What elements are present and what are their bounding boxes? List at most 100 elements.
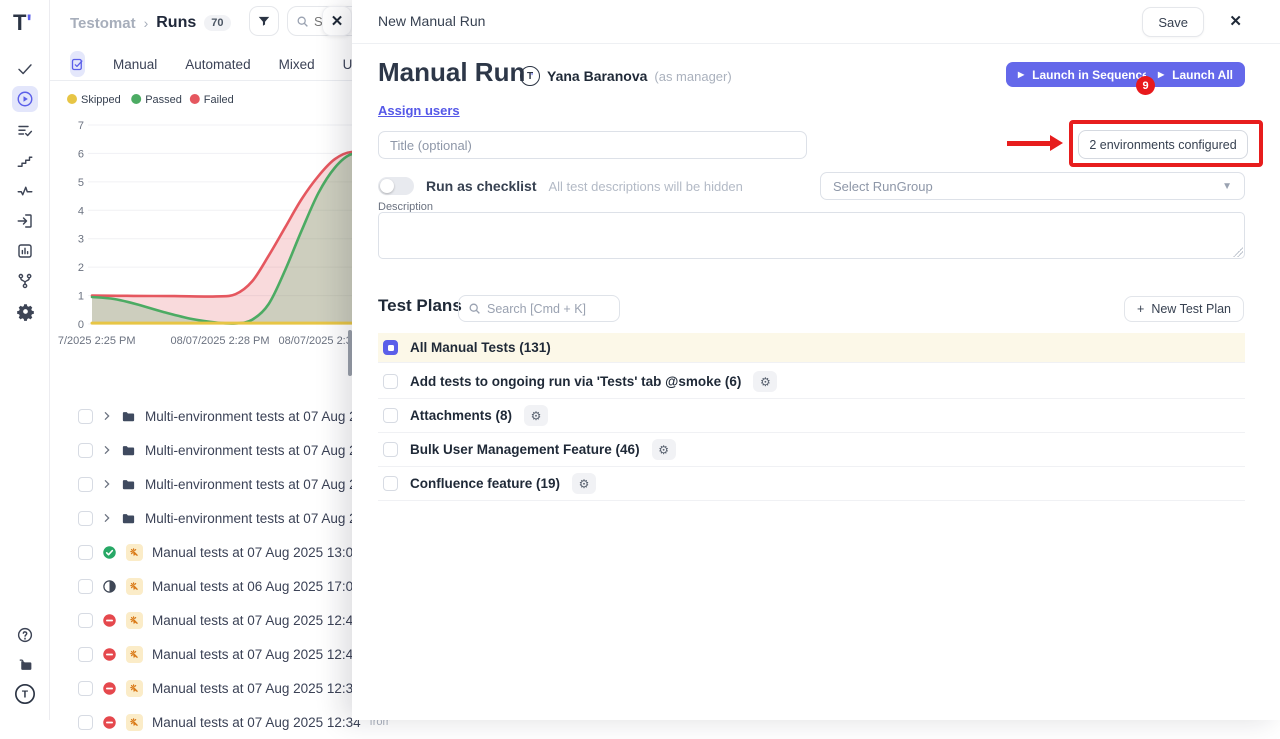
row-checkbox[interactable] — [78, 579, 93, 594]
run-label[interactable]: Manual tests at 07 Aug 2025 12:42 — [152, 647, 361, 662]
plan-settings-button[interactable]: ⚙ — [572, 473, 596, 494]
plan-label[interactable]: All Manual Tests (131) — [410, 340, 551, 355]
svg-text:Failed: Failed — [204, 94, 234, 106]
row-checkbox[interactable] — [78, 477, 93, 492]
assign-users-link[interactable]: Assign users — [378, 103, 460, 118]
run-folder-row[interactable]: Multi-environment tests at 07 Aug 2025 — [50, 501, 390, 535]
test-plan-row[interactable]: All Manual Tests (131) — [378, 333, 1245, 363]
svg-text:08/07/2025 2:25 PM: 08/07/2025 2:25 PM — [58, 335, 136, 347]
breadcrumb: Testomat › Runs 70 — [70, 10, 231, 36]
sidebar-item-profile[interactable]: T — [12, 681, 38, 707]
plan-settings-button[interactable]: ⚙ — [652, 439, 676, 460]
launch-all-button[interactable]: ▶ Launch All — [1146, 62, 1245, 87]
run-row[interactable]: Manual tests at 07 Aug 2025 12:43from — [50, 603, 390, 637]
import-icon — [16, 212, 34, 230]
tab-mixed[interactable]: Mixed — [279, 57, 315, 72]
run-folder-row[interactable]: Multi-environment tests at 07 Aug 2025 — [50, 467, 390, 501]
row-checkbox[interactable] — [78, 511, 93, 526]
drawer-close-icon[interactable]: ✕ — [1229, 12, 1242, 30]
run-title-input[interactable] — [378, 131, 807, 159]
run-row[interactable]: Manual tests at 07 Aug 2025 12:35from — [50, 671, 390, 705]
sidebar-item-runs[interactable] — [12, 86, 38, 112]
test-plan-row[interactable]: Attachments (8) ⚙ — [378, 399, 1245, 433]
sidebar-item-test-plans[interactable] — [12, 118, 38, 144]
svg-text:6: 6 — [78, 148, 84, 160]
svg-text:Skipped: Skipped — [81, 94, 121, 106]
run-folder-row[interactable]: Multi-environment tests at 07 Aug 2025 — [50, 399, 390, 433]
test-plans-icon — [16, 122, 34, 140]
plan-checkbox[interactable] — [383, 340, 398, 355]
run-label[interactable]: Multi-environment tests at 07 Aug 2025 — [145, 409, 379, 424]
breadcrumb-app[interactable]: Testomat — [70, 15, 136, 32]
search-close-button[interactable]: ✕ — [322, 6, 352, 36]
plan-checkbox[interactable] — [383, 408, 398, 423]
sidebar-item-help[interactable] — [12, 622, 38, 648]
run-label[interactable]: Manual tests at 07 Aug 2025 13:02 — [152, 545, 361, 560]
sidebar-item-projects[interactable] — [12, 652, 38, 678]
run-row[interactable]: Manual tests at 07 Aug 2025 12:34from — [50, 705, 390, 739]
gear-icon: ⚙ — [531, 409, 542, 423]
run-row[interactable]: Manual tests at 07 Aug 2025 12:42from — [50, 637, 390, 671]
run-row[interactable]: Manual tests at 07 Aug 2025 13:02from — [50, 535, 390, 569]
run-label[interactable]: Manual tests at 07 Aug 2025 12:34 — [152, 715, 361, 730]
row-checkbox[interactable] — [78, 443, 93, 458]
run-label[interactable]: Multi-environment tests at 07 Aug 2025 — [145, 477, 379, 492]
row-checkbox[interactable] — [78, 613, 93, 628]
breadcrumb-current[interactable]: Runs — [156, 14, 196, 32]
checklist-filter-button[interactable] — [70, 51, 85, 77]
resize-grip-icon[interactable] — [1233, 247, 1243, 257]
manual-run-icon — [126, 612, 143, 629]
filter-button[interactable] — [249, 6, 279, 36]
save-button[interactable]: Save — [1142, 7, 1204, 37]
row-checkbox[interactable] — [78, 409, 93, 424]
test-plan-row[interactable]: Confluence feature (19) ⚙ — [378, 467, 1245, 501]
sidebar-item-pulse[interactable] — [12, 178, 38, 204]
avatar[interactable]: T' — [520, 66, 540, 86]
plan-label[interactable]: Bulk User Management Feature (46) — [410, 442, 640, 457]
test-plans-search[interactable] — [458, 295, 620, 322]
row-checkbox[interactable] — [78, 647, 93, 662]
run-row[interactable]: Manual tests at 06 Aug 2025 17:0613 — [50, 569, 390, 603]
testomat-logo-icon[interactable]: T' — [13, 10, 32, 36]
toggle-knob — [380, 179, 394, 193]
sidebar-item-check[interactable] — [12, 56, 38, 82]
run-folder-row[interactable]: Multi-environment tests at 07 Aug 2025 — [50, 433, 390, 467]
plan-checkbox[interactable] — [383, 476, 398, 491]
plan-label[interactable]: Confluence feature (19) — [410, 476, 560, 491]
environments-configured-button[interactable]: 2 environments configured — [1078, 130, 1248, 159]
svg-text:4: 4 — [78, 205, 84, 217]
plan-settings-button[interactable]: ⚙ — [753, 371, 777, 392]
tab-manual[interactable]: Manual — [113, 57, 157, 72]
new-manual-run-drawer: New Manual Run Save ✕ Manual Run T' Yana… — [352, 0, 1280, 720]
runs-count-badge: 70 — [204, 15, 230, 31]
checklist-toggle-label: Run as checklist — [426, 178, 537, 194]
run-label[interactable]: Multi-environment tests at 07 Aug 2025 — [145, 511, 379, 526]
run-label[interactable]: Manual tests at 07 Aug 2025 12:43 — [152, 613, 361, 628]
sidebar-item-steps[interactable] — [12, 148, 38, 174]
description-textarea[interactable] — [378, 212, 1245, 259]
row-checkbox[interactable] — [78, 681, 93, 696]
sidebar-item-analytics[interactable] — [12, 238, 38, 264]
plan-label[interactable]: Attachments (8) — [410, 408, 512, 423]
test-plan-row[interactable]: Add tests to ongoing run via 'Tests' tab… — [378, 365, 1245, 399]
sidebar-item-branch[interactable] — [12, 268, 38, 294]
plan-settings-button[interactable]: ⚙ — [524, 405, 548, 426]
test-plans-search-input[interactable] — [487, 302, 605, 316]
plan-label[interactable]: Add tests to ongoing run via 'Tests' tab… — [410, 374, 741, 389]
sidebar-item-import[interactable] — [12, 208, 38, 234]
svg-text:0: 0 — [78, 319, 84, 331]
run-label[interactable]: Multi-environment tests at 07 Aug 2025 — [145, 443, 379, 458]
plan-checkbox[interactable] — [383, 442, 398, 457]
plan-checkbox[interactable] — [383, 374, 398, 389]
row-checkbox[interactable] — [78, 545, 93, 560]
tab-automated[interactable]: Automated — [185, 57, 250, 72]
manual-run-icon — [126, 578, 143, 595]
new-test-plan-button[interactable]: + New Test Plan — [1124, 296, 1244, 322]
run-label[interactable]: Manual tests at 07 Aug 2025 12:35 — [152, 681, 361, 696]
sidebar-item-settings[interactable] — [12, 298, 38, 324]
run-as-checklist-toggle[interactable] — [378, 177, 414, 195]
row-checkbox[interactable] — [78, 715, 93, 730]
run-label[interactable]: Manual tests at 06 Aug 2025 17:06 — [152, 579, 361, 594]
test-plan-row[interactable]: Bulk User Management Feature (46) ⚙ — [378, 433, 1245, 467]
rungroup-select[interactable]: Select RunGroup ▼ — [820, 172, 1245, 200]
